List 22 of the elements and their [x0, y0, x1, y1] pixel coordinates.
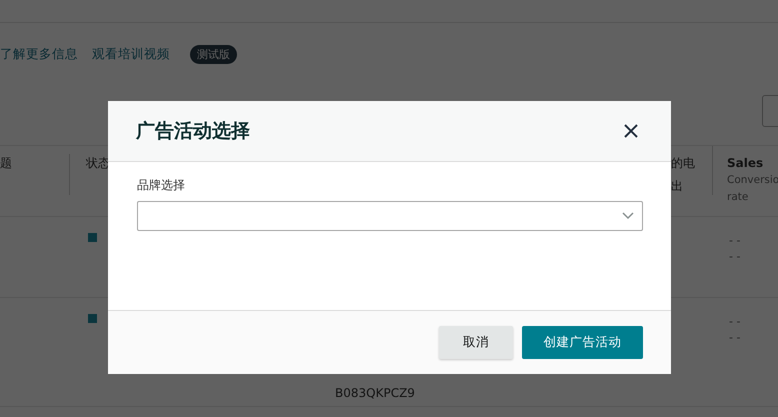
- status-square-icon: [88, 314, 97, 323]
- column-header: 的电: [671, 155, 696, 172]
- chevron-down-icon: [622, 212, 634, 220]
- dialog-title: 广告活动选择: [136, 119, 250, 144]
- metric-value: - -: [729, 330, 742, 346]
- cancel-button[interactable]: 取消: [439, 326, 513, 359]
- metric-value: - -: [729, 249, 742, 265]
- metric-value: - -: [729, 233, 742, 249]
- create-campaign-button[interactable]: 创建广告活动: [522, 326, 643, 359]
- column-header: Sales: [727, 155, 764, 172]
- column-subtitle: rate: [727, 190, 750, 205]
- column-header: 题: [0, 155, 13, 172]
- field-label: 品牌选择: [137, 177, 186, 194]
- status-square-icon: [88, 233, 97, 242]
- help-link[interactable]: 了解更多信息: [0, 46, 78, 62]
- help-link[interactable]: 观看培训视频: [92, 46, 170, 62]
- column-subtitle: 出: [671, 178, 684, 195]
- metric-value: - -: [729, 314, 742, 330]
- beta-badge: 测试版: [190, 44, 237, 64]
- brand-select[interactable]: [137, 201, 643, 231]
- close-icon[interactable]: [623, 123, 639, 139]
- asin-text: B083QKPCZ9: [335, 386, 415, 400]
